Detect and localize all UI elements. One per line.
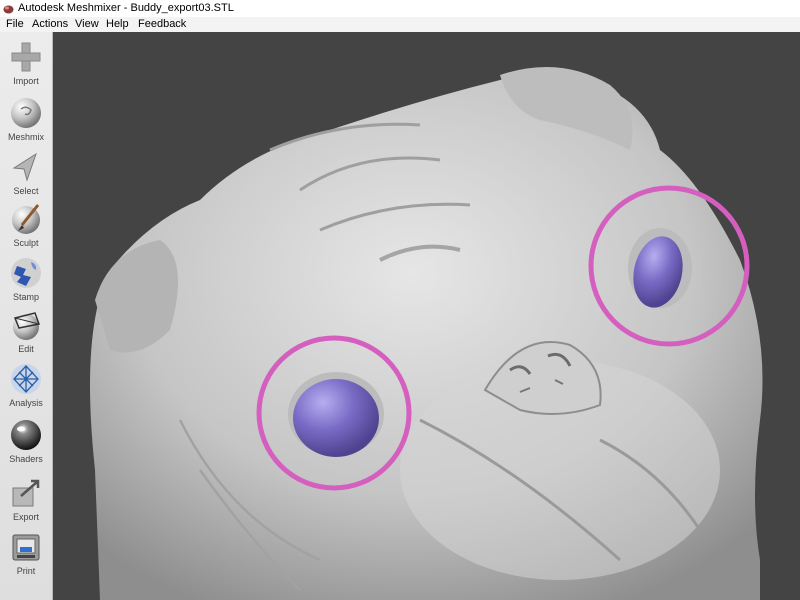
- menu-feedback[interactable]: Feedback: [138, 18, 186, 30]
- sculpt-tool[interactable]: Sculpt: [0, 198, 52, 250]
- printer-icon: [12, 534, 40, 561]
- select-label: Select: [13, 186, 39, 196]
- sculpt-label: Sculpt: [13, 238, 39, 248]
- edit-label: Edit: [18, 344, 34, 354]
- left-eye-selection: [293, 379, 379, 457]
- export-box-icon: [12, 479, 40, 507]
- meshmix-label: Meshmix: [7, 132, 44, 142]
- meshmix-sphere-icon: [11, 98, 41, 128]
- cursor-arrow-icon: [12, 152, 37, 182]
- stamp-sphere-icon: [11, 258, 41, 288]
- export-tool[interactable]: Export: [0, 472, 52, 524]
- print-tool[interactable]: Print: [0, 526, 52, 578]
- pug-model: [90, 67, 763, 600]
- menu-view[interactable]: View: [75, 18, 99, 30]
- meshmixer-app-icon: [3, 5, 14, 14]
- print-label: Print: [16, 566, 36, 576]
- edit-sphere-icon: [13, 312, 41, 340]
- title-bar: Autodesk Meshmixer - Buddy_export03.STL: [0, 0, 800, 17]
- shaders-tool[interactable]: Shaders: [0, 414, 52, 466]
- shader-ball-icon: [11, 420, 41, 450]
- menu-bar: File Actions View Help Feedback: [0, 17, 800, 32]
- stamp-label: Stamp: [12, 292, 39, 302]
- edit-tool[interactable]: Edit: [0, 304, 52, 356]
- import-label: Import: [13, 76, 39, 86]
- window-title: Autodesk Meshmixer - Buddy_export03.STL: [18, 2, 234, 14]
- export-label: Export: [12, 512, 39, 522]
- meshmix-tool[interactable]: Meshmix: [0, 92, 52, 144]
- menu-help[interactable]: Help: [106, 18, 129, 30]
- menu-file[interactable]: File: [6, 18, 24, 30]
- 3d-viewport[interactable]: [53, 32, 800, 600]
- analysis-tool[interactable]: Analysis: [0, 358, 52, 410]
- import-tool[interactable]: Import: [0, 36, 52, 88]
- stamp-tool[interactable]: Stamp: [0, 252, 52, 304]
- analysis-mesh-icon: [11, 364, 41, 394]
- plus-icon: [11, 42, 41, 72]
- tool-sidebar: Import Meshmix Select Sculpt Stamp Edit …: [0, 32, 53, 600]
- analysis-label: Analysis: [9, 398, 43, 408]
- shaders-label: Shaders: [9, 454, 43, 464]
- select-tool[interactable]: Select: [0, 146, 52, 198]
- menu-actions[interactable]: Actions: [32, 18, 68, 30]
- brush-sphere-icon: [12, 204, 40, 234]
